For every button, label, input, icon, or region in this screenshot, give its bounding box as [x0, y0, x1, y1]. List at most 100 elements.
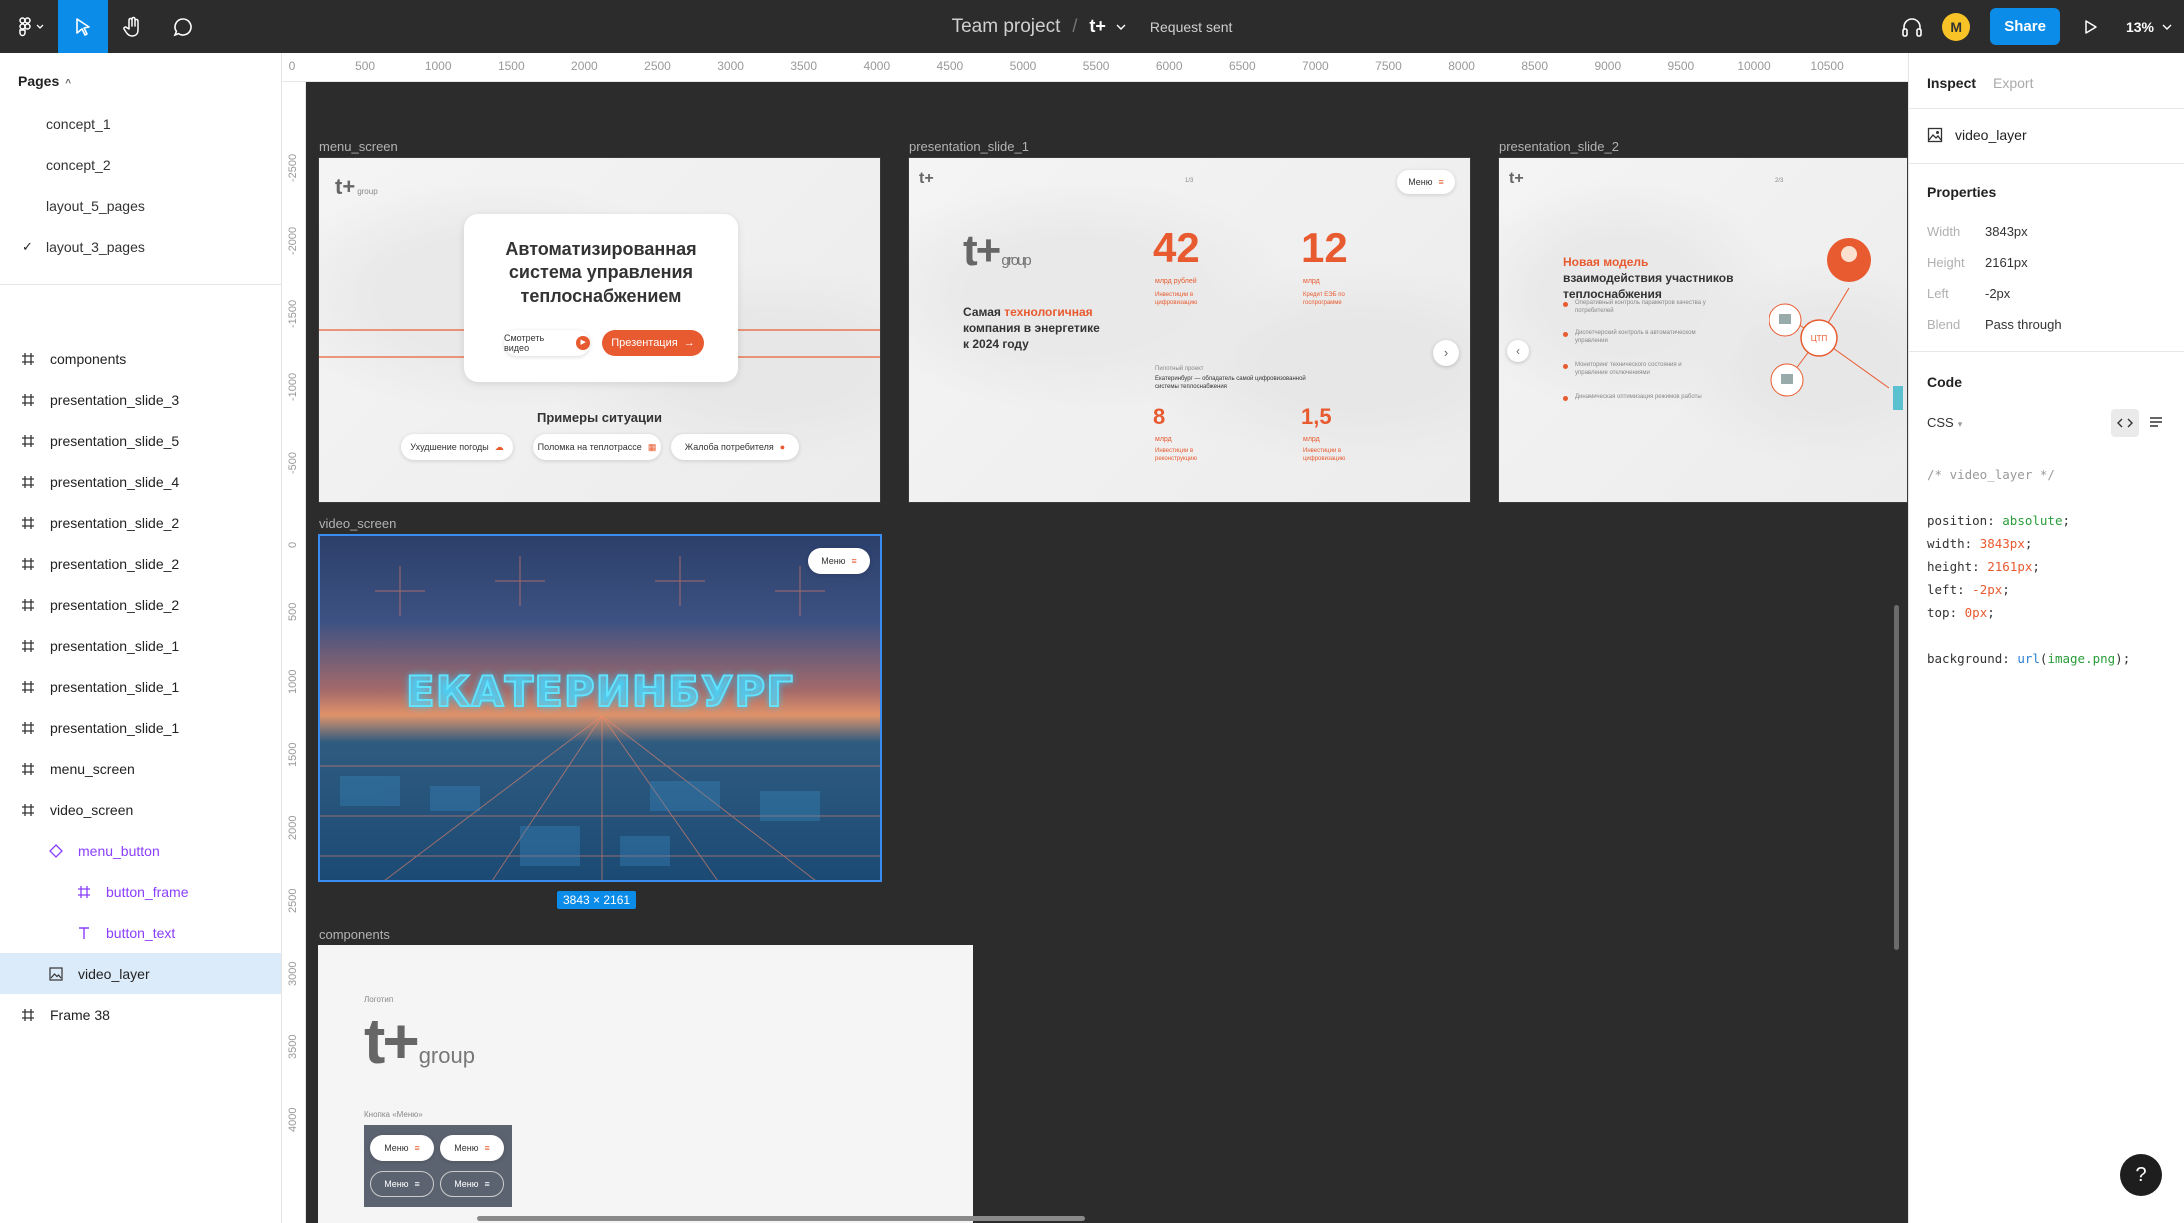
frame-label[interactable]: components	[319, 927, 390, 942]
layer-label: presentation_slide_1	[50, 678, 180, 695]
brand-logo: t+ group	[335, 174, 378, 199]
bullet-item: Оперативный контроль параметров качества…	[1575, 300, 1706, 314]
frame-label[interactable]: presentation_slide_1	[909, 139, 1029, 154]
present-button[interactable]	[2084, 19, 2098, 35]
menu-button-variant[interactable]: Меню ≡	[370, 1171, 434, 1197]
code-view-toggle[interactable]	[2111, 409, 2139, 437]
layer-item-presentation-slide-4[interactable]: presentation_slide_4	[0, 461, 281, 502]
menu-button[interactable]: Меню ≡	[1397, 170, 1455, 194]
node-label: ЦТП	[1810, 334, 1828, 343]
example-complaint-button[interactable]: Жалоба потребителя ●	[671, 434, 799, 460]
frame-label[interactable]: menu_screen	[319, 139, 398, 154]
layer-item-button-frame[interactable]: button_frame	[0, 871, 281, 912]
ruler-tick-label: 0	[288, 59, 296, 73]
tab-export[interactable]: Export	[1993, 75, 2033, 91]
help-button[interactable]: ?	[2120, 1154, 2162, 1196]
face-shape	[1841, 246, 1857, 262]
layer-item-button-text[interactable]: button_text	[0, 912, 281, 953]
image-icon	[48, 966, 64, 981]
pipe-icon: ▦	[647, 441, 657, 452]
code-language-select[interactable]: CSS ▾	[1927, 415, 1962, 430]
watch-video-button[interactable]: Смотреть видео ▶	[504, 330, 590, 356]
pages-header[interactable]: Pages ^	[18, 73, 71, 89]
component-icon	[48, 843, 64, 858]
project-name[interactable]: t+	[1089, 16, 1106, 37]
divider	[1909, 108, 2184, 109]
ruler-tick-label: 5500	[1082, 59, 1110, 73]
presentation-slide-2-frame[interactable]: t+ 2/3 Новая модель взаимодействия участ…	[1498, 157, 1908, 503]
layer-item-frame-38[interactable]: Frame 38	[0, 994, 281, 1035]
layer-item-presentation-slide-1[interactable]: presentation_slide_1	[0, 625, 281, 666]
menu-screen-frame[interactable]: t+ group Автоматизированная система управ…	[318, 157, 881, 503]
chevron-down-icon[interactable]	[1116, 24, 1126, 30]
ruler-tick-label: 10000	[1737, 59, 1771, 73]
layer-item-presentation-slide-2[interactable]: presentation_slide_2	[0, 584, 281, 625]
hand-tool-button[interactable]	[108, 0, 158, 53]
menu-button-variant[interactable]: Меню ≡	[440, 1135, 504, 1161]
move-tool-button[interactable]	[58, 0, 108, 53]
css-code-block[interactable]: /* video_layer */ position: absolute; wi…	[1927, 463, 2130, 670]
ruler-tick-label: -1000	[287, 373, 299, 402]
user-avatar[interactable]: M	[1942, 12, 1971, 41]
page-item[interactable]: concept_2	[0, 144, 281, 185]
page-item[interactable]: layout_5_pages	[0, 185, 281, 226]
file-name[interactable]: Team project	[952, 16, 1061, 38]
file-title-area: Team project / t+ Request sent	[0, 0, 2184, 53]
layer-item-presentation-slide-3[interactable]: presentation_slide_3	[0, 379, 281, 420]
layer-item-presentation-slide-5[interactable]: presentation_slide_5	[0, 420, 281, 461]
frame-icon	[20, 434, 36, 448]
zoom-dropdown[interactable]	[2162, 24, 2172, 30]
layer-label: video_layer	[78, 965, 150, 982]
presentation-button[interactable]: Презентация →	[602, 330, 704, 356]
layer-label: presentation_slide_1	[50, 637, 180, 654]
layer-item-components[interactable]: components	[0, 338, 281, 379]
menu-button[interactable]: Меню ≡	[808, 548, 870, 574]
frame-label[interactable]: video_screen	[319, 516, 396, 531]
example-weather-button[interactable]: Ухудшение погоды ☁	[401, 434, 513, 460]
image-icon	[1927, 127, 1943, 143]
video-layer-selected[interactable]: ЕКАТЕРИНБУРГ Меню ≡	[318, 534, 882, 882]
page-item[interactable]: concept_1	[0, 103, 281, 144]
chevron-left-icon[interactable]: ‹	[1507, 340, 1529, 362]
page-item-current[interactable]: ✓ layout_3_pages	[0, 226, 281, 267]
layer-label: video_screen	[50, 801, 134, 818]
chevron-right-icon[interactable]: ›	[1433, 340, 1459, 366]
menu-button-variant[interactable]: Меню ≡	[370, 1135, 434, 1161]
frame-icon	[20, 393, 36, 407]
layer-item-presentation-slide-2[interactable]: presentation_slide_2	[0, 543, 281, 584]
headphones-icon[interactable]	[1900, 15, 1924, 39]
canvas[interactable]: 0 500 1000 1500 2000 2500 3000 3500 4000 4500 5000…	[282, 53, 1908, 1223]
zoom-level[interactable]: 13%	[2126, 19, 2154, 35]
pilot-text: Екатеринбург — обладатель самой цифровиз…	[1155, 376, 1306, 390]
frame-label[interactable]: presentation_slide_2	[1499, 139, 1619, 154]
vertical-scrollbar[interactable]	[1894, 605, 1899, 950]
menu-button-variant[interactable]: Меню ≡	[440, 1171, 504, 1197]
layer-item-presentation-slide-1[interactable]: presentation_slide_1	[0, 707, 281, 748]
layer-item-menu-screen[interactable]: menu_screen	[0, 748, 281, 789]
ruler-tick-label: 4500	[936, 59, 964, 73]
tab-inspect[interactable]: Inspect	[1927, 75, 1976, 91]
layer-item-video-layer[interactable]: video_layer	[0, 953, 281, 994]
ruler-tick-label: -500	[287, 452, 299, 475]
layer-item-video-screen[interactable]: video_screen	[0, 789, 281, 830]
ruler-tick-label: 5000	[1009, 59, 1037, 73]
ruler-tick-label: 3500	[287, 1034, 299, 1060]
panel-divider	[0, 284, 281, 285]
components-frame[interactable]: Логотип t+group Кнопка «Меню» Меню ≡ Меню…	[318, 945, 973, 1223]
layer-item-presentation-slide-1[interactable]: presentation_slide_1	[0, 666, 281, 707]
menu-title: Автоматизированная система управления те…	[505, 239, 697, 306]
comment-tool-button[interactable]	[158, 0, 208, 53]
list-view-button[interactable]	[2149, 415, 2163, 433]
ruler-tick-label: -2000	[287, 226, 299, 256]
presentation-slide-1-frame[interactable]: t+ 1/3 Меню ≡ t+ group Самая технологичная…	[908, 157, 1471, 503]
code-line: height: 2161px;	[1927, 559, 2040, 574]
main-menu-button[interactable]	[0, 0, 58, 53]
example-pipeline-button[interactable]: Поломка на теплотрассе ▦	[533, 434, 661, 460]
stat-number: 42	[1153, 224, 1200, 271]
horizontal-scrollbar[interactable]	[477, 1216, 1085, 1221]
play-icon	[2085, 19, 2097, 34]
layer-item-presentation-slide-2[interactable]: presentation_slide_2	[0, 502, 281, 543]
ruler-tick-label: 3500	[790, 59, 818, 73]
share-button[interactable]: Share	[1990, 8, 2060, 45]
layer-item-menu-button[interactable]: menu_button	[0, 830, 281, 871]
